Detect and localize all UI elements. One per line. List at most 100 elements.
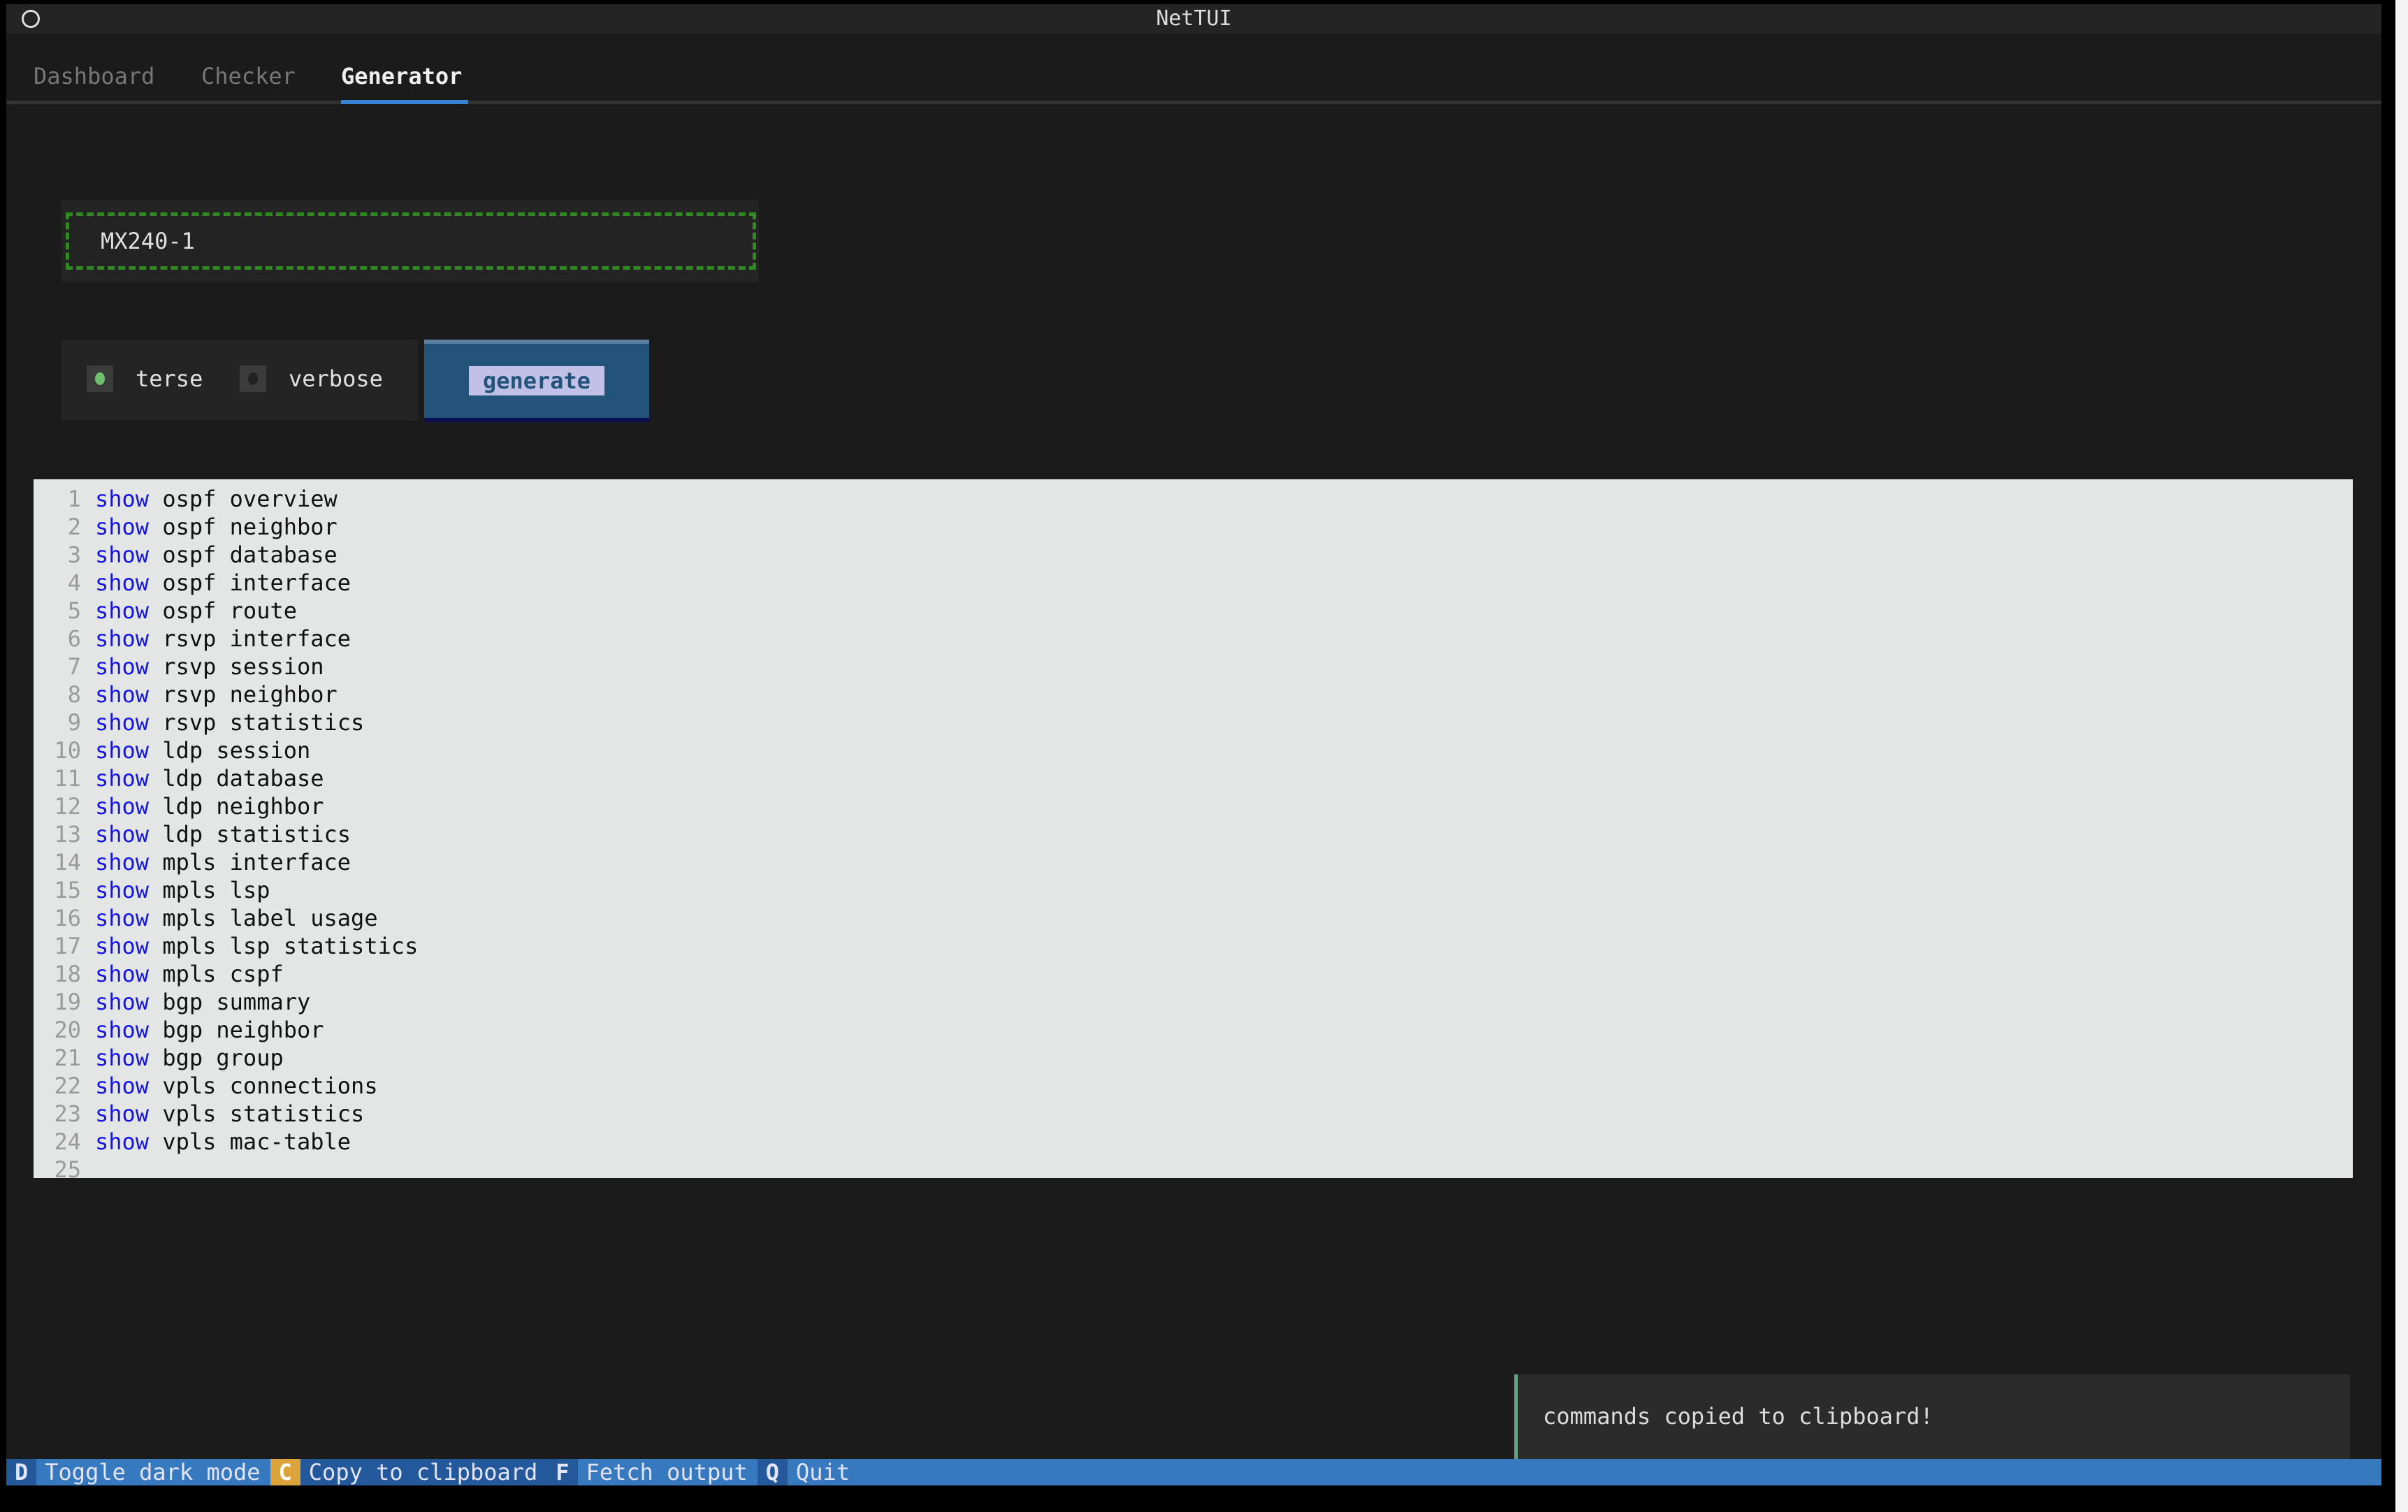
- code-line: 24 show vpls mac-table: [34, 1128, 2353, 1156]
- line-number: 21: [54, 1045, 81, 1071]
- code-line: 9 show rsvp statistics: [34, 708, 2353, 736]
- command-args: rsvp interface: [149, 625, 351, 652]
- keyword: show: [95, 541, 150, 568]
- generate-button[interactable]: generate: [424, 340, 649, 422]
- keyword: show: [95, 933, 150, 959]
- command-args: mpls cspf: [149, 961, 284, 987]
- code-line: 5 show ospf route: [34, 597, 2353, 625]
- key-f[interactable]: F: [547, 1459, 578, 1485]
- line-number: 5: [67, 597, 81, 624]
- command-args: mpls lsp statistics: [149, 933, 419, 959]
- command-args: vpls statistics: [149, 1100, 365, 1127]
- keyword: show: [95, 989, 150, 1015]
- tab-generator[interactable]: Generator: [341, 63, 462, 89]
- key-d[interactable]: D: [6, 1459, 37, 1485]
- code-line: 18 show mpls cspf: [34, 960, 2353, 988]
- toast-notification: commands copied to clipboard!: [1514, 1374, 2350, 1459]
- line-number: 20: [54, 1017, 81, 1043]
- line-number: 23: [54, 1100, 81, 1127]
- keyword: show: [95, 793, 150, 820]
- command-args: ospf neighbor: [149, 514, 338, 540]
- code-line: 10 show ldp session: [34, 736, 2353, 764]
- line-number: 24: [54, 1128, 81, 1155]
- window-title: NetTUI: [1156, 6, 1232, 31]
- command-args: mpls lsp: [149, 877, 270, 903]
- line-number: 1: [67, 486, 81, 512]
- keyword: show: [95, 709, 150, 736]
- code-line: 7 show rsvp session: [34, 653, 2353, 681]
- device-input[interactable]: MX240-1: [66, 212, 756, 270]
- radio-terse[interactable]: terse: [87, 361, 203, 397]
- code-line: 21 show bgp group: [34, 1044, 2353, 1072]
- line-number: 22: [54, 1073, 81, 1099]
- command-args: ospf overview: [149, 486, 338, 512]
- keyword: show: [95, 1100, 150, 1127]
- code-line: 22 show vpls connections: [34, 1072, 2353, 1100]
- keyword: show: [95, 905, 150, 931]
- binding-label[interactable]: Quit: [788, 1459, 860, 1485]
- title-bar: NetTUI: [6, 4, 2381, 34]
- radio-on-icon: [87, 365, 113, 392]
- line-number: 7: [67, 653, 81, 680]
- command-args: rsvp statistics: [149, 709, 365, 736]
- command-args: ldp statistics: [149, 821, 351, 848]
- radio-label: terse: [136, 365, 203, 392]
- active-tab-underline: [341, 100, 468, 104]
- commands-text-area[interactable]: 1 show ospf overview 2 show ospf neighbor 3 s…: [34, 479, 2353, 1183]
- binding-label[interactable]: Copy to clipboard: [300, 1459, 548, 1485]
- command-args: vpls connections: [149, 1073, 378, 1099]
- command-args: ospf route: [149, 597, 297, 624]
- command-args: bgp summary: [149, 989, 311, 1015]
- code-line: 8 show rsvp neighbor: [34, 681, 2353, 708]
- code-line: 1 show ospf overview: [34, 485, 2353, 513]
- keyword: show: [95, 1017, 150, 1043]
- mode-radio-set: terse verbose: [61, 340, 418, 421]
- radio-label: verbose: [289, 365, 383, 392]
- keyword: show: [95, 486, 150, 512]
- keyword: show: [95, 653, 150, 680]
- command-args: bgp group: [149, 1045, 284, 1071]
- code-line: 14 show mpls interface: [34, 848, 2353, 876]
- footer-keybindings: D Toggle dark mode C Copy to clipboard F Fetc…: [6, 1459, 2381, 1485]
- line-number: 15: [54, 877, 81, 903]
- keyword: show: [95, 1073, 150, 1099]
- command-args: ldp neighbor: [149, 793, 324, 820]
- command-args: ldp database: [149, 765, 324, 792]
- line-number: 10: [54, 737, 81, 764]
- code-line: 13 show ldp statistics: [34, 820, 2353, 848]
- command-args: rsvp neighbor: [149, 681, 338, 708]
- command-args: vpls mac-table: [149, 1128, 351, 1155]
- keyword: show: [95, 514, 150, 540]
- line-number: 16: [54, 905, 81, 931]
- radio-verbose[interactable]: verbose: [240, 361, 383, 397]
- keyword: show: [95, 625, 150, 652]
- line-number: 25: [54, 1156, 81, 1183]
- window-circle-icon[interactable]: [22, 10, 40, 28]
- code-line: 15 show mpls lsp: [34, 876, 2353, 904]
- code-line: 23 show vpls statistics: [34, 1100, 2353, 1128]
- code-line: 17 show mpls lsp statistics: [34, 932, 2353, 960]
- line-number: 13: [54, 821, 81, 848]
- keyword: show: [95, 1128, 150, 1155]
- command-args: ospf interface: [149, 569, 351, 596]
- tab-checker[interactable]: Checker: [201, 63, 296, 89]
- tab-dashboard[interactable]: Dashboard: [34, 63, 154, 89]
- code-line: 11 show ldp database: [34, 764, 2353, 792]
- key-q[interactable]: Q: [757, 1459, 788, 1485]
- line-number: 17: [54, 933, 81, 959]
- binding-label[interactable]: Toggle dark mode: [36, 1459, 270, 1485]
- command-args: rsvp session: [149, 653, 324, 680]
- binding-label[interactable]: Fetch output: [578, 1459, 757, 1485]
- keyword: show: [95, 961, 150, 987]
- key-c[interactable]: C: [270, 1459, 300, 1485]
- line-number: 14: [54, 849, 81, 875]
- keyword: show: [95, 569, 150, 596]
- line-number: 12: [54, 793, 81, 820]
- code-line: 19 show bgp summary: [34, 988, 2353, 1016]
- keyword: show: [95, 681, 150, 708]
- code-line: 3 show ospf database: [34, 541, 2353, 569]
- scrollbar[interactable]: [2395, 0, 2408, 1512]
- command-args: mpls interface: [149, 849, 351, 875]
- line-number: 18: [54, 961, 81, 987]
- code-line: 20 show bgp neighbor: [34, 1016, 2353, 1044]
